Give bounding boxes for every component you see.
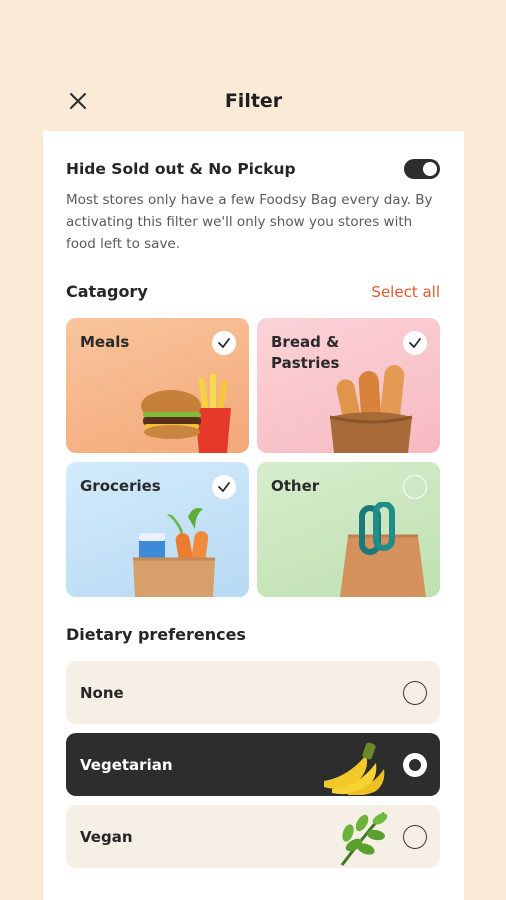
check-icon — [409, 338, 421, 348]
category-card-other[interactable]: Other — [257, 462, 440, 597]
category-label: Groceries — [80, 477, 161, 495]
dietary-option-none[interactable]: None — [66, 661, 440, 724]
sheet-header: Filter — [43, 42, 464, 131]
category-checkbox[interactable] — [212, 475, 236, 499]
check-icon — [218, 482, 230, 492]
burger-fries-icon — [141, 374, 231, 453]
category-label: Meals — [80, 333, 130, 351]
dietary-option-label: Vegetarian — [80, 755, 173, 774]
category-checkbox[interactable] — [403, 331, 427, 355]
toggle-knob — [423, 162, 437, 176]
category-card-meals[interactable]: Meals — [66, 318, 249, 453]
close-icon — [70, 93, 86, 109]
filter-sheet: Filter Hide Sold out & No Pickup Most st… — [43, 42, 464, 900]
hide-sold-out-toggle[interactable] — [404, 159, 440, 179]
close-button[interactable] — [65, 88, 91, 114]
leaf-icon — [340, 812, 388, 866]
grocery-bag-icon — [133, 508, 215, 597]
check-icon — [218, 338, 230, 348]
radio-button[interactable] — [403, 753, 427, 777]
banana-icon — [324, 742, 385, 795]
category-label: Other — [271, 477, 320, 495]
bread-basket-icon — [329, 365, 413, 453]
dietary-option-label: Vegan — [80, 827, 133, 846]
category-checkbox[interactable] — [212, 331, 236, 355]
radio-dot — [409, 759, 421, 771]
select-all-link[interactable]: Select all — [371, 283, 440, 301]
dietary-option-vegetarian[interactable]: Vegetarian — [66, 733, 440, 796]
dietary-option-label: None — [80, 683, 124, 702]
page-title: Filter — [224, 89, 283, 112]
radio-button[interactable] — [403, 681, 427, 705]
dietary-title: Dietary preferences — [66, 625, 246, 644]
shopping-bag-icon — [340, 502, 426, 597]
dietary-option-vegan[interactable]: Vegan — [66, 805, 440, 868]
category-title: Catagory — [66, 282, 148, 301]
category-card-bread-pastries[interactable]: Bread & Pastries — [257, 318, 440, 453]
hide-sold-out-description: Most stores only have a few Foodsy Bag e… — [66, 192, 433, 252]
hide-sold-out-row: Hide Sold out & No Pickup — [66, 159, 440, 179]
radio-button[interactable] — [403, 825, 427, 849]
category-card-groceries[interactable]: Groceries — [66, 462, 249, 597]
category-checkbox[interactable] — [403, 475, 427, 499]
hide-sold-out-label: Hide Sold out & No Pickup — [66, 160, 296, 178]
category-header: Catagory Select all — [66, 282, 440, 301]
